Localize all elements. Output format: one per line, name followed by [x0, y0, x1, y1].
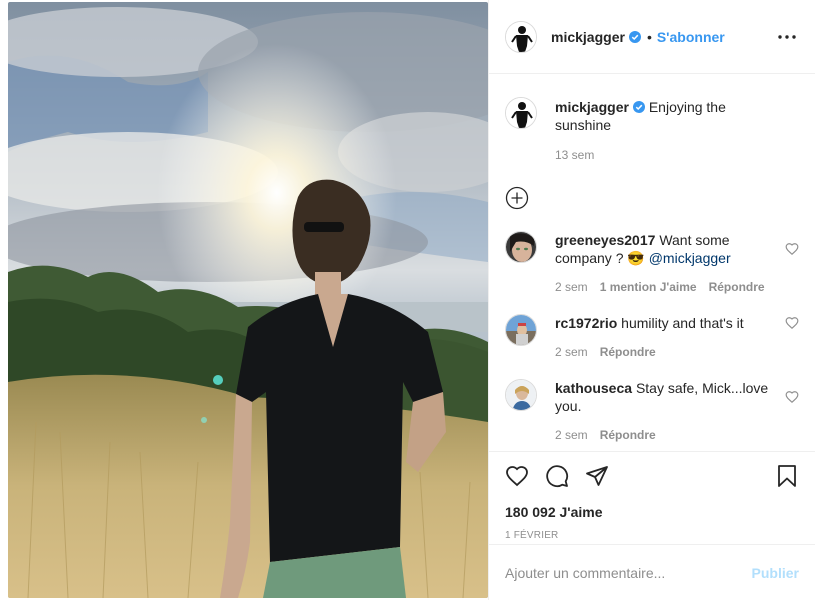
post-actions: 180 092 J'aime 1 FÉVRIER	[489, 451, 815, 544]
commenter-avatar[interactable]	[505, 314, 537, 346]
caption-age[interactable]: 13 sem	[555, 146, 594, 164]
publish-button[interactable]: Publier	[752, 565, 799, 581]
caption-avatar-image	[506, 98, 536, 128]
comment-composer: Publier	[489, 544, 815, 600]
comment-item: rc1972rio humility and that's it 2 sem R…	[505, 314, 799, 361]
load-more-comments	[505, 186, 799, 215]
comment-body: kathouseca Stay safe, Mick...love you. 2…	[555, 379, 799, 444]
caption-meta: 13 sem	[555, 146, 769, 164]
caption-author-avatar[interactable]	[505, 97, 537, 129]
reply-button[interactable]: Répondre	[600, 343, 656, 361]
header-identity: mickjagger • S'abonner	[551, 29, 725, 45]
commenter-avatar-image	[506, 315, 536, 345]
commenter-avatar-image	[506, 232, 536, 262]
heart-icon[interactable]	[505, 464, 529, 488]
post-date[interactable]: 1 FÉVRIER	[505, 530, 799, 541]
paper-plane-icon[interactable]	[585, 464, 609, 488]
comment-input[interactable]	[505, 564, 752, 581]
heart-icon[interactable]	[785, 390, 799, 404]
plus-circle-icon[interactable]	[505, 186, 529, 210]
author-avatar-image	[506, 21, 536, 52]
caption-username[interactable]: mickjagger	[555, 99, 629, 115]
author-username[interactable]: mickjagger	[551, 29, 625, 45]
commenter-username[interactable]: kathouseca	[555, 380, 632, 396]
comment-icon[interactable]	[545, 464, 569, 488]
verified-badge-icon	[628, 30, 641, 43]
comment-age[interactable]: 2 sem	[555, 343, 588, 361]
comment-mention[interactable]: @mickjagger	[649, 250, 731, 266]
reply-button[interactable]: Répondre	[709, 278, 765, 296]
post-photo[interactable]	[8, 2, 488, 598]
comment-body: greeneyes2017 Want some company ? 😎 @mic…	[555, 231, 799, 296]
commenter-avatar[interactable]	[505, 231, 537, 263]
action-icons	[505, 460, 799, 492]
bookmark-icon[interactable]	[775, 464, 799, 488]
comment-body: rc1972rio humility and that's it 2 sem R…	[555, 314, 799, 361]
comment-meta: 2 sem Répondre	[555, 426, 769, 444]
comment-item: greeneyes2017 Want some company ? 😎 @mic…	[505, 231, 799, 296]
commenter-avatar-image	[506, 380, 536, 410]
heart-icon[interactable]	[785, 242, 799, 256]
instagram-post: mickjagger • S'abonner mickjagger Enjoyi…	[0, 0, 815, 600]
comment-meta: 2 sem 1 mention J'aime Répondre	[555, 278, 769, 296]
author-avatar[interactable]	[505, 20, 537, 53]
post-header: mickjagger • S'abonner	[489, 0, 815, 74]
post-side-panel: mickjagger • S'abonner mickjagger Enjoyi…	[488, 0, 815, 600]
caption-verified-badge-icon	[632, 101, 645, 113]
photo-illustration	[8, 2, 488, 598]
more-options-icon[interactable]	[775, 25, 799, 49]
more-options-dots	[778, 34, 796, 39]
comment-age[interactable]: 2 sem	[555, 278, 588, 296]
commenter-avatar[interactable]	[505, 379, 537, 411]
caption-body: mickjagger Enjoying the sunshine 13 sem	[555, 97, 799, 164]
comment-likes[interactable]: 1 mention J'aime	[600, 278, 697, 296]
heart-icon[interactable]	[785, 316, 799, 330]
commenter-username[interactable]: rc1972rio	[555, 315, 617, 331]
post-media-container	[0, 0, 488, 600]
comment-text: humility and that's it	[621, 315, 744, 331]
follow-button[interactable]: S'abonner	[657, 29, 725, 45]
comment-meta: 2 sem Répondre	[555, 343, 769, 361]
reply-button[interactable]: Répondre	[600, 426, 656, 444]
comment-item: kathouseca Stay safe, Mick...love you. 2…	[505, 379, 799, 444]
post-caption: mickjagger Enjoying the sunshine 13 sem	[505, 97, 799, 164]
comment-age[interactable]: 2 sem	[555, 426, 588, 444]
commenter-username[interactable]: greeneyes2017	[555, 232, 655, 248]
header-separator: •	[646, 28, 652, 45]
like-count[interactable]: 180 092 J'aime	[505, 504, 799, 520]
comments-list[interactable]: mickjagger Enjoying the sunshine 13 sem	[489, 75, 815, 451]
